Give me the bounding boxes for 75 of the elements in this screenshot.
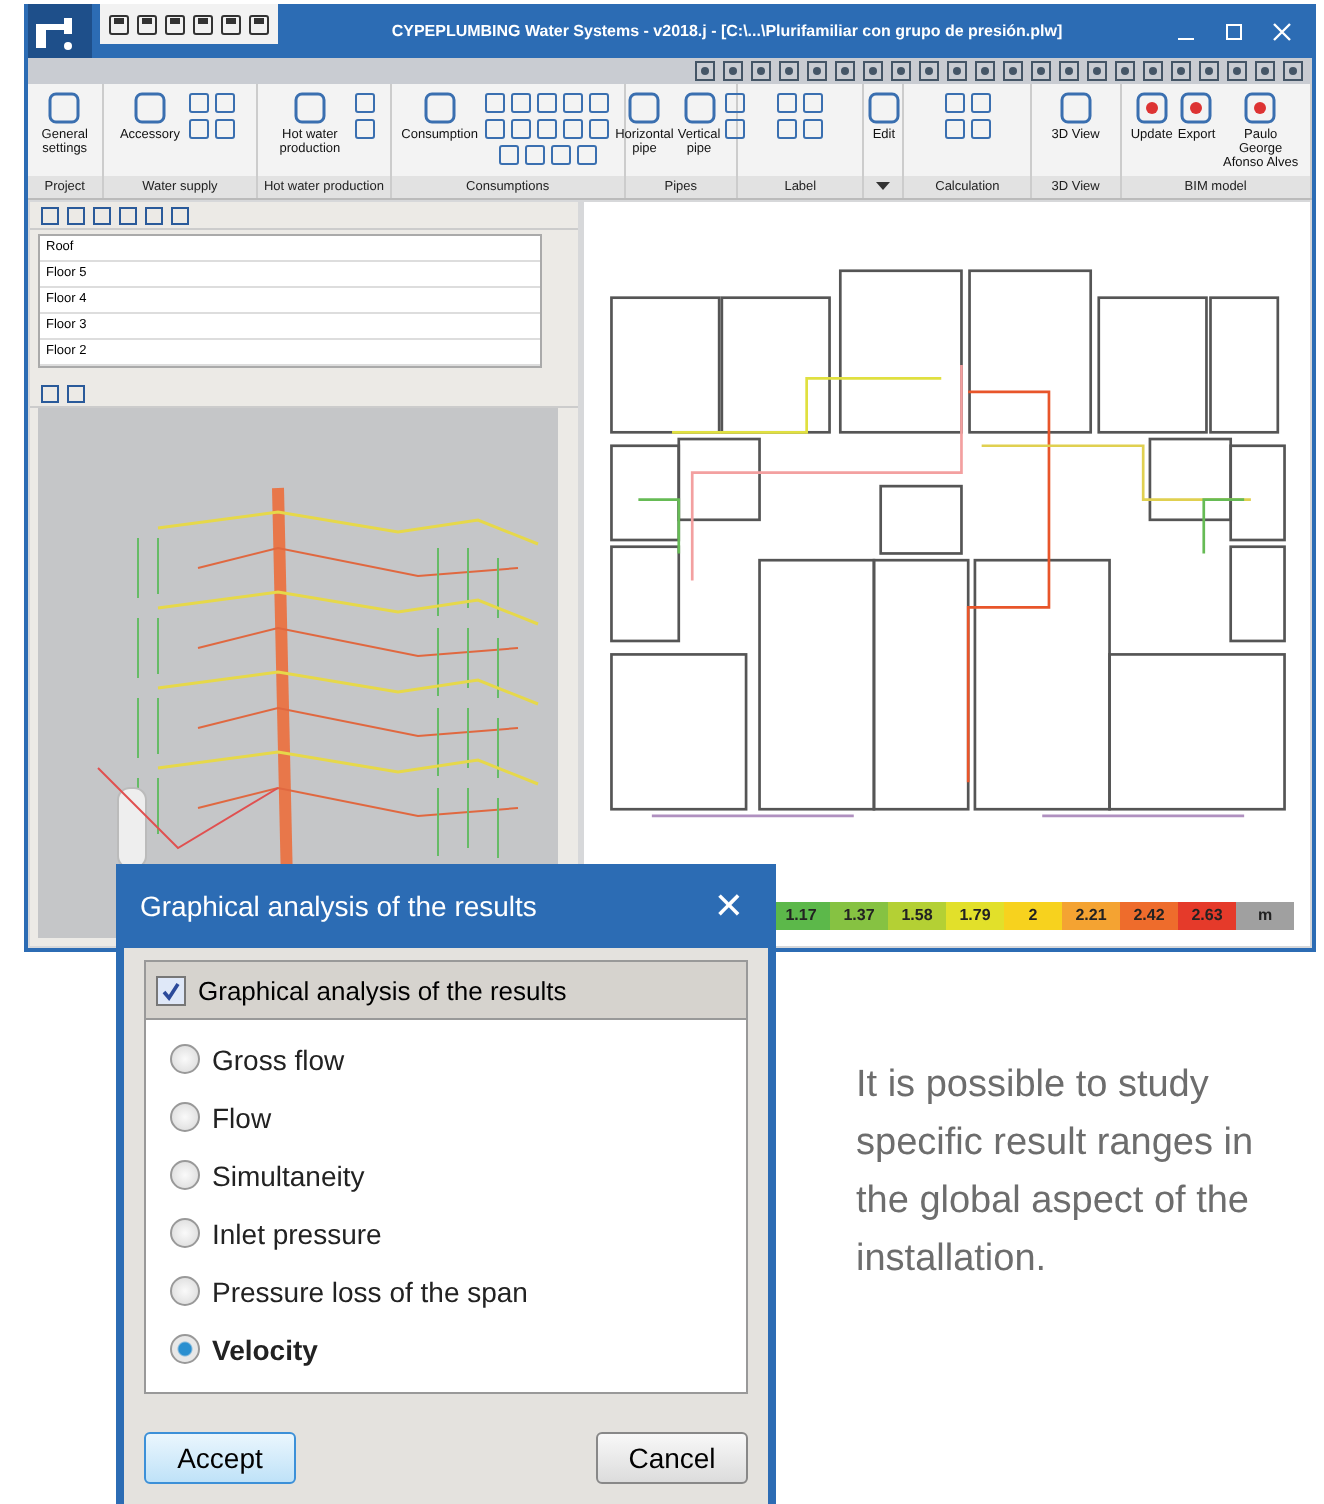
cancel-button[interactable]: Cancel [596,1432,748,1484]
legend-segment: 1.37 [830,902,888,930]
radio-label: Inlet pressure [212,1217,382,1249]
tool-icon[interactable] [588,118,611,140]
legend-segment: 2.42 [1120,902,1178,930]
tool-icon[interactable] [354,118,377,140]
tool-icon[interactable] [510,92,533,114]
radio-label: Flow [212,1101,272,1133]
maximize-icon[interactable] [1224,21,1244,41]
tool-icon[interactable] [776,92,799,114]
tool-icon [1131,88,1172,128]
radio-button[interactable] [170,1334,200,1364]
window-title: CYPEPLUMBING Water Systems - v2018.j - [C:\...\Plurifamiliar con grupo de presión.plw] [389,22,1065,40]
radio-button[interactable] [170,1160,200,1190]
accept-button[interactable]: Accept [144,1432,296,1484]
tool-icon[interactable] [724,92,747,114]
tool-icon[interactable] [187,92,210,114]
caret-icon[interactable] [876,182,891,192]
tool-icon[interactable] [484,92,507,114]
tool-icon [44,88,85,128]
faucet-icon[interactable] [28,4,92,58]
legend-segment: 1.17 [772,902,830,930]
legend-segment: m [1236,902,1294,930]
caption-text: It is possible to study specific result ranges in the global aspect of the installation. [856,1062,1256,1284]
tool-icon[interactable] [536,92,559,114]
tool-icon [863,88,904,128]
tool-icon[interactable] [213,118,236,140]
tool-icon [679,88,720,128]
tool-icon[interactable] [510,118,533,140]
tool-icon[interactable] [562,92,585,114]
tool-icon[interactable] [588,92,611,114]
tool-icon[interactable] [549,144,572,166]
tool-icon[interactable] [213,92,236,114]
tool-icon[interactable] [575,144,598,166]
tool-icon[interactable] [802,118,825,140]
close-button[interactable]: ✕ [713,885,744,927]
radio-button[interactable] [170,1276,200,1306]
tool-icon [1240,88,1281,128]
tool-icon [624,88,665,128]
radio-button[interactable] [170,1102,200,1132]
tool-icon [129,88,170,128]
dialog-title: Graphical analysis of the results [140,890,537,922]
legend-segment: 1.79 [946,902,1004,930]
tool-icon[interactable] [969,92,992,114]
tool-icon[interactable] [187,118,210,140]
legend-segment: 2 [1004,902,1062,930]
tool-icon [1176,88,1217,128]
radio-button[interactable] [170,1044,200,1074]
tool-icon[interactable] [943,118,966,140]
save-icon[interactable] [108,13,130,35]
tool-icon[interactable] [724,118,747,140]
tool-icon[interactable] [802,92,825,114]
checkbox[interactable] [156,975,186,1005]
legend-segment: 2.21 [1062,902,1120,930]
tool-icon[interactable] [776,118,799,140]
tool-icon[interactable] [523,144,546,166]
tool-icon[interactable] [943,92,966,114]
tool-icon [419,88,460,128]
tool-icon[interactable] [497,144,520,166]
tool-icon[interactable] [562,118,585,140]
radio-button[interactable] [170,1218,200,1248]
radio-label: Simultaneity [212,1159,365,1191]
tool-icon [1055,88,1096,128]
radio-label: Velocity [212,1333,318,1365]
legend-segment: 2.63 [1178,902,1236,930]
legend-segment: 1.58 [888,902,946,930]
radio-label: Pressure loss of the span [212,1275,528,1307]
tool-icon[interactable] [536,118,559,140]
tool-icon[interactable] [354,92,377,114]
checkbox-label: Graphical analysis of the results [198,975,567,1005]
radio-label: Gross flow [212,1043,345,1075]
tool-icon[interactable] [484,118,507,140]
tool-icon [289,88,330,128]
tool-icon[interactable] [969,118,992,140]
close-icon[interactable] [1272,21,1292,41]
